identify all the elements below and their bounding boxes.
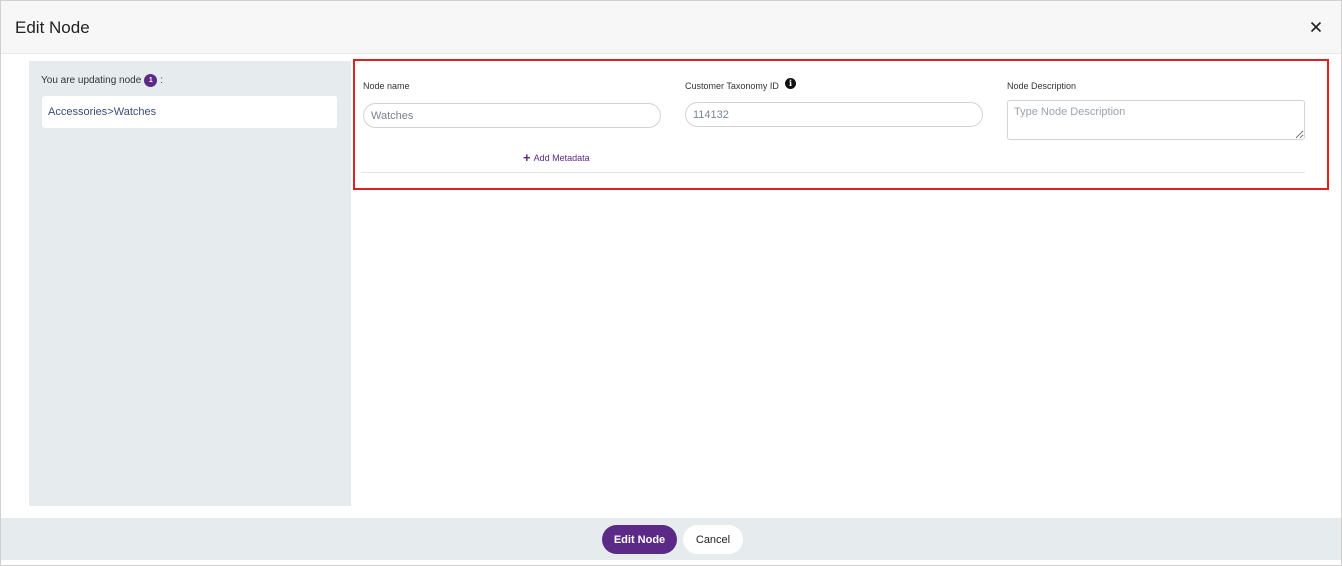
node-description-label: Node Description: [1007, 81, 1077, 91]
edit-node-button[interactable]: Edit Node: [602, 525, 677, 554]
add-metadata-label: Add Metadata: [533, 152, 590, 163]
add-metadata-button[interactable]: + Add Metadata: [523, 151, 590, 164]
plus-icon: +: [523, 150, 531, 165]
taxonomy-id-label: Customer Taxonomy ID: [685, 81, 779, 91]
taxonomy-id-input[interactable]: [685, 102, 983, 127]
info-icon[interactable]: i: [785, 78, 796, 89]
updating-node-text: You are updating node 1 :: [41, 74, 163, 87]
cancel-button[interactable]: Cancel: [683, 525, 743, 554]
node-path-item[interactable]: Accessories>Watches: [42, 96, 337, 128]
modal-header: Edit Node: [1, 1, 1341, 54]
close-icon[interactable]: [1307, 18, 1325, 36]
form-divider: [361, 172, 1305, 173]
edit-node-modal: Edit Node You are updating node 1 : Acce…: [0, 0, 1342, 566]
updating-suffix: :: [160, 75, 164, 86]
node-name-input[interactable]: [363, 103, 661, 128]
node-name-label: Node name: [363, 81, 410, 91]
updating-label: You are updating node: [41, 75, 142, 86]
node-description-textarea[interactable]: [1007, 100, 1305, 140]
node-count-badge: 1: [144, 74, 158, 87]
selected-nodes-panel: You are updating node 1 : Accessories>Wa…: [29, 61, 351, 506]
modal-title: Edit Node: [15, 18, 90, 37]
